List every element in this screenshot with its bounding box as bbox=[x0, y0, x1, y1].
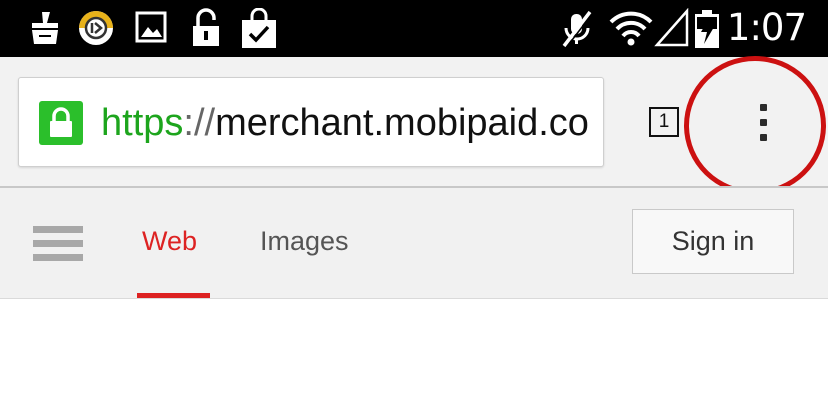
muted-mic-icon bbox=[562, 10, 593, 49]
url-host: merchant.mobipaid.co bbox=[215, 102, 589, 144]
battery-charging-icon bbox=[695, 10, 719, 48]
status-time: 1:07 bbox=[726, 6, 807, 49]
header-divider bbox=[0, 298, 828, 299]
url-text[interactable]: https://merchant.mobipaid.co bbox=[101, 100, 601, 146]
url-scheme: https bbox=[101, 102, 184, 144]
tab-images[interactable]: Images bbox=[260, 224, 349, 258]
wifi-icon bbox=[609, 11, 653, 46]
app-badge-icon bbox=[79, 11, 113, 45]
image-notification-icon bbox=[135, 11, 167, 43]
hamburger-menu-icon[interactable] bbox=[33, 226, 83, 262]
tab-web[interactable]: Web bbox=[142, 224, 197, 258]
url-bar[interactable]: https://merchant.mobipaid.co bbox=[18, 77, 604, 167]
sign-in-button[interactable]: Sign in bbox=[632, 209, 794, 274]
search-header: Web Images Sign in bbox=[0, 188, 828, 298]
url-separator: :// bbox=[183, 102, 216, 144]
unlock-icon bbox=[193, 8, 219, 46]
shopping-bag-icon bbox=[242, 8, 276, 48]
highlight-circle-annotation bbox=[684, 56, 826, 195]
signal-icon bbox=[654, 8, 689, 47]
cleaner-icon bbox=[32, 12, 58, 44]
secure-lock-icon[interactable] bbox=[39, 101, 83, 145]
status-bar: 1:07 bbox=[0, 0, 828, 57]
tab-switcher-button[interactable]: 1 bbox=[649, 107, 679, 137]
